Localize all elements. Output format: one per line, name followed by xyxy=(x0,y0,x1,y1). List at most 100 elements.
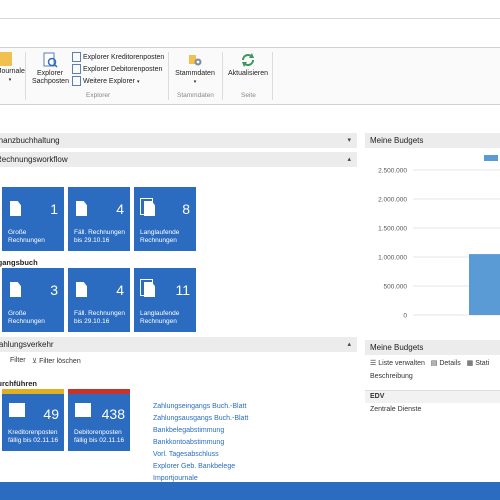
tile-value: 4 xyxy=(116,282,124,298)
tile-label: Langlaufende Rechnungen xyxy=(140,229,180,244)
chevron-down-icon: ▾ xyxy=(8,77,12,83)
filter-clear-label: Filter löschen xyxy=(39,358,81,365)
tile-faellige-rechnungen-2[interactable]: 4 Fäll. Rechnungen bis 29.10.16 xyxy=(68,268,130,332)
tile-debitorenposten[interactable]: 438 Debitorenposten fällig bis 02.11.16 xyxy=(68,389,130,451)
budget-list-header: Meine Budgets xyxy=(365,340,500,355)
divider xyxy=(272,52,273,100)
weitere-explorer-button[interactable]: Weitere Explorer ▾ xyxy=(72,76,139,88)
finanzbuchhaltung-header[interactable]: Finanzbuchhaltung ▾ xyxy=(0,133,357,148)
filter-clear-button[interactable]: ⊻ Filter löschen xyxy=(32,357,81,365)
tile-label: Langlaufende Rechnungen xyxy=(140,310,180,325)
tile-faellige-rechnungen[interactable]: 4 Fäll. Rechnungen bis 29.10.16 xyxy=(68,187,130,251)
section-title: Zahlungsverkehr xyxy=(0,340,54,349)
details-icon: ▤ xyxy=(430,360,438,367)
group-label-stammdaten: Stammdaten xyxy=(177,92,214,99)
tile-value: 3 xyxy=(50,282,58,298)
weitere-explorer-label: Weitere Explorer xyxy=(83,78,136,85)
budget-list-toolbar: ☰ Liste verwalten ▤ Details ▦ Stati xyxy=(370,359,489,367)
y-tick-label: 500.000 xyxy=(384,284,408,291)
tile-value: 11 xyxy=(175,282,190,298)
link-explorer-bankbelege[interactable]: Explorer Geb. Bankbelege xyxy=(153,463,235,470)
stammdaten-button[interactable]: Stammdaten ▾ xyxy=(172,52,218,86)
divider xyxy=(25,52,26,100)
table-row[interactable]: Zentrale Dienste xyxy=(365,404,500,416)
divider xyxy=(168,52,169,100)
list-manage-button[interactable]: ☰ Liste verwalten xyxy=(370,360,425,367)
chevron-up-icon[interactable]: ▴ xyxy=(347,337,351,352)
aktualisieren-label: Aktualisieren xyxy=(227,70,269,77)
tile-kreditorenposten[interactable]: 49 Kreditorenposten fällig bis 02.11.16 xyxy=(2,389,64,451)
y-tick-label: 2.000.000 xyxy=(378,197,407,204)
stammdaten-icon xyxy=(189,55,202,66)
explorer-sachposten-label: Explorer Sachposten xyxy=(32,70,69,85)
tile-langlaufende-rechnungen[interactable]: 8 Langlaufende Rechnungen xyxy=(134,187,196,251)
tile-value: 4 xyxy=(116,201,124,217)
tile-label: Kreditorenposten fällig bis 02.11.16 xyxy=(8,429,59,444)
y-tick-label: 1.000.000 xyxy=(378,255,407,262)
durchfuehren-title: Durchführen xyxy=(0,379,37,388)
title-bar xyxy=(0,0,500,19)
panel-title: Meine Budgets xyxy=(370,136,424,145)
document-icon xyxy=(76,282,87,297)
tile-label: Fäll. Rechnungen bis 29.10.16 xyxy=(74,229,125,244)
stammdaten-label: Stammdaten xyxy=(175,70,215,77)
chevron-down-icon: ▾ xyxy=(193,79,197,85)
explorer-small-icon xyxy=(72,52,81,63)
journale-button[interactable]: Journale ▾ xyxy=(0,52,25,84)
explorer-small-icon xyxy=(72,64,81,75)
table-row[interactable]: EDV xyxy=(365,390,500,403)
status-bar xyxy=(0,482,500,500)
status-stripe xyxy=(68,389,130,394)
divider xyxy=(222,52,223,100)
document-icon xyxy=(144,282,155,297)
chevron-down-icon[interactable]: ▾ xyxy=(347,133,351,148)
y-tick-label: 1.500.000 xyxy=(378,226,407,233)
book-icon xyxy=(75,403,91,417)
eingangsbuch-title: Eingangsbuch xyxy=(0,258,38,267)
explorer-icon xyxy=(43,52,58,68)
tile-label: Große Rechnungen xyxy=(8,229,45,244)
document-icon xyxy=(10,282,21,297)
stati-button[interactable]: ▦ Stati xyxy=(467,360,490,367)
link-tagesabschluss[interactable]: Vorl. Tagesabschluss xyxy=(153,451,219,458)
ribbon: Journale ▾ Explorer Sachposten Explorer … xyxy=(0,48,500,105)
filter-button[interactable]: Filter xyxy=(10,357,26,364)
folder-icon xyxy=(0,52,12,66)
link-zahlungsausgangs[interactable]: Zahlungsausgangs Buch.-Blatt xyxy=(153,415,248,422)
chevron-up-icon[interactable]: ▴ xyxy=(347,152,351,167)
group-label-explorer: Explorer xyxy=(86,92,111,99)
list-icon: ☰ xyxy=(370,360,377,367)
link-importjournale[interactable]: Importjournale xyxy=(153,475,198,482)
tile-grosse-rechnungen[interactable]: 1 Große Rechnungen xyxy=(2,187,64,251)
chevron-down-icon: ▾ xyxy=(136,79,140,85)
aktualisieren-button[interactable]: Aktualisieren xyxy=(226,52,270,78)
bar[interactable] xyxy=(469,254,500,315)
rechnungsworkflow-header[interactable]: Rechnungsworkflow ▴ xyxy=(0,152,357,167)
document-icon xyxy=(10,201,21,216)
tile-grosse-rechnungen-2[interactable]: 3 Große Rechnungen xyxy=(2,268,64,332)
filter-clear-icon: ⊻ xyxy=(32,358,38,365)
explorer-small-icon xyxy=(72,76,81,87)
column-header-beschreibung[interactable]: Beschreibung xyxy=(370,373,413,380)
document-icon xyxy=(76,201,87,216)
tile-value: 8 xyxy=(182,201,190,217)
address-bar xyxy=(0,19,500,48)
link-bankbelegabstimmung[interactable]: Bankbelegabstimmung xyxy=(153,427,224,434)
tile-label: Fäll. Rechnungen bis 29.10.16 xyxy=(74,310,125,325)
explorer-sachposten-button[interactable]: Explorer Sachposten xyxy=(30,52,70,86)
tile-value: 438 xyxy=(101,406,125,422)
link-zahlungseingangs[interactable]: Zahlungseingangs Buch.-Blatt xyxy=(153,403,246,410)
link-bankkontoabstimmung[interactable]: Bankkontoabstimmung xyxy=(153,439,224,446)
tile-label: Debitorenposten fällig bis 02.11.16 xyxy=(74,429,125,444)
section-title: Finanzbuchhaltung xyxy=(0,136,60,145)
panel-title: Meine Budgets xyxy=(370,343,424,352)
explorer-kreditorenposten-button[interactable]: Explorer Kreditorenposten xyxy=(72,52,164,63)
status-stripe xyxy=(2,389,64,394)
section-title: Rechnungsworkflow xyxy=(0,155,68,164)
refresh-icon xyxy=(242,53,254,67)
tile-langlaufende-rechnungen-2[interactable]: 11 Langlaufende Rechnungen xyxy=(134,268,196,332)
details-button[interactable]: ▤ Details xyxy=(431,360,461,367)
y-tick-label: 2.500.000 xyxy=(378,168,407,175)
explorer-debitorenposten-button[interactable]: Explorer Debitorenposten xyxy=(72,64,162,75)
zahlungsverkehr-header[interactable]: Zahlungsverkehr ▴ xyxy=(0,337,357,352)
